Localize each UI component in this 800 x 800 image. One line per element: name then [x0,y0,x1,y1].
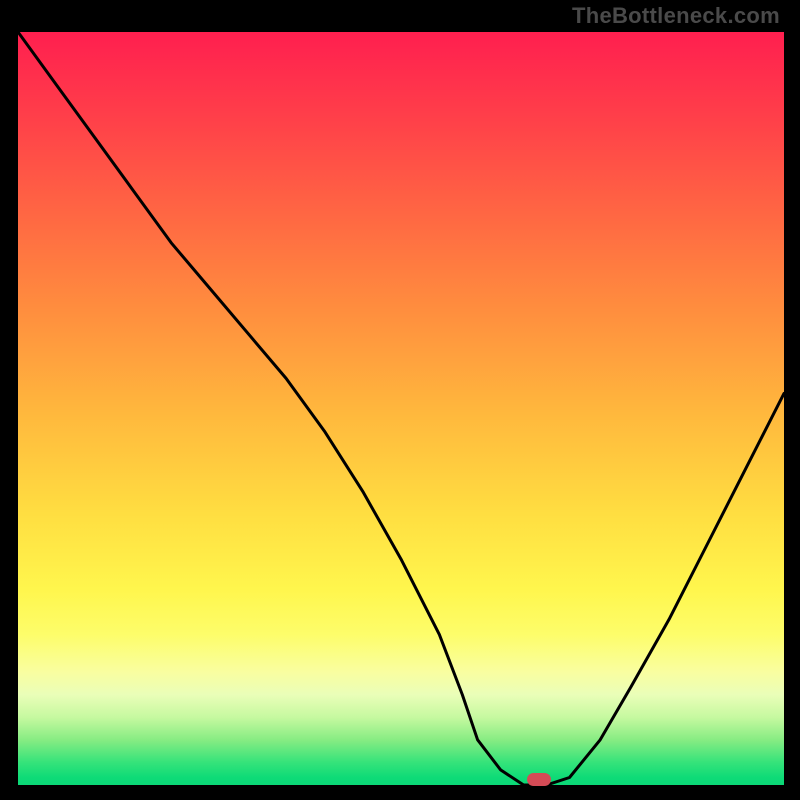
watermark-text: TheBottleneck.com [572,0,780,32]
valley-marker [527,773,551,786]
chart-frame: TheBottleneck.com [0,0,800,800]
plot-area [18,32,784,785]
bottleneck-curve [18,32,784,785]
